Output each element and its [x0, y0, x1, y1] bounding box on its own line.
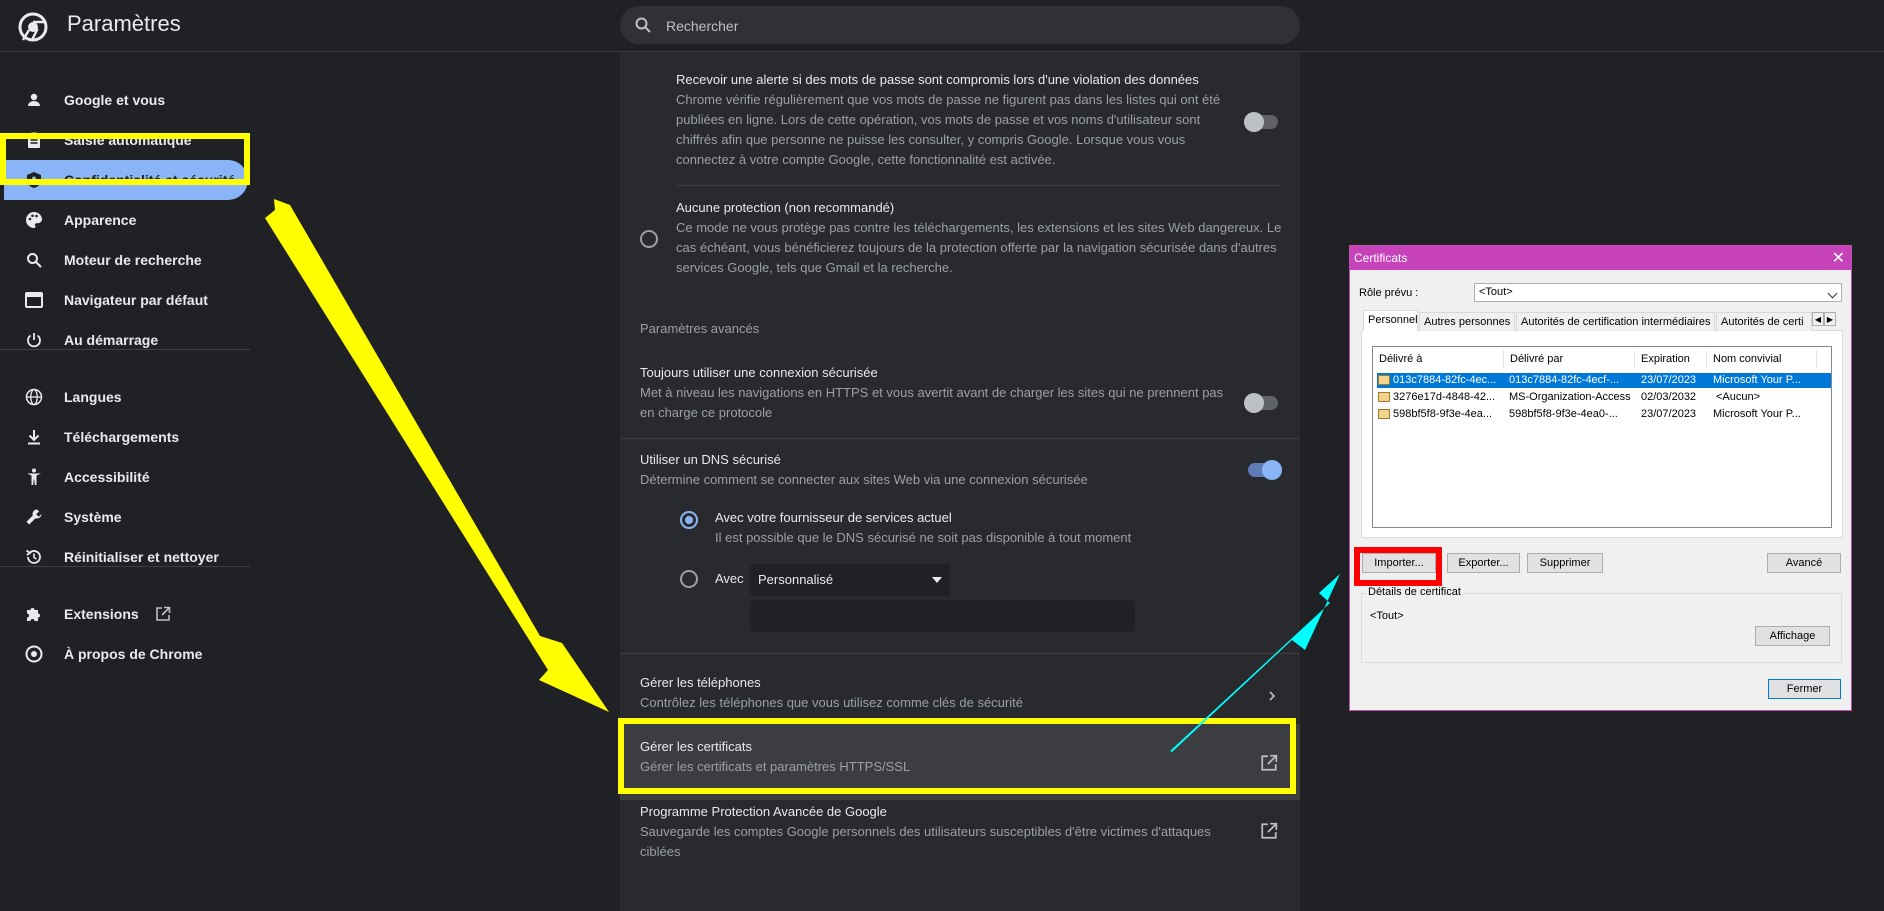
annotation-arrows: [265, 199, 1340, 752]
cyan-arrow: [1170, 574, 1340, 752]
yellow-arrow: [265, 199, 609, 712]
